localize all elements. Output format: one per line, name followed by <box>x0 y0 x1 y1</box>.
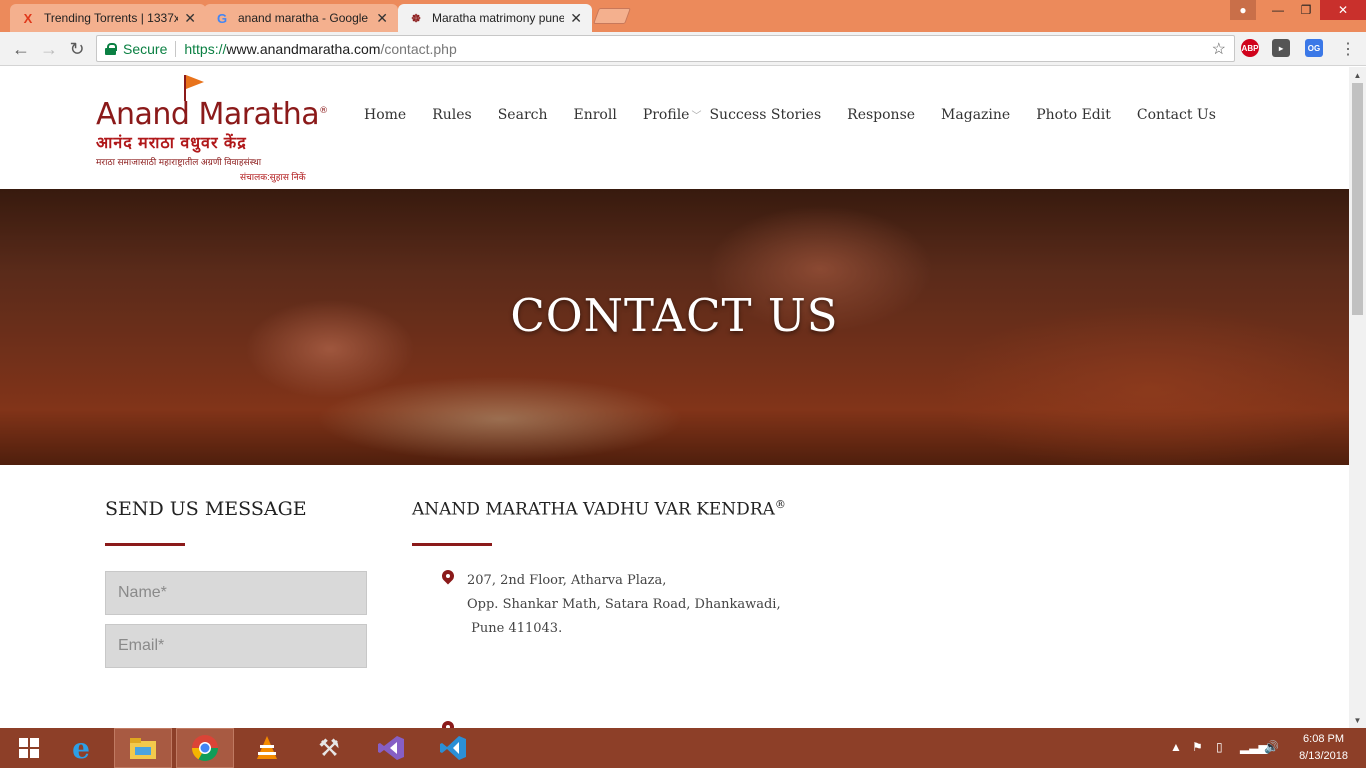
reload-icon[interactable]: ↻ <box>65 37 89 61</box>
vlc-icon[interactable] <box>238 728 296 768</box>
logo-devanagari: आनंद मराठा वधुवर केंद्र <box>96 135 247 152</box>
address-line-3: Pune 411043. <box>467 621 563 636</box>
google-icon: G <box>216 10 228 26</box>
email-field[interactable] <box>105 624 367 668</box>
windows-taskbar: e ⚒ ▲ ⚑ ▯ ▂▃▅ 🔊 6:08 PM 8/13/2018 <box>0 728 1366 768</box>
nav-response[interactable]: Response <box>847 107 915 123</box>
logo-tagline: मराठा समाजासाठी महाराष्ट्रातील अग्रणी वि… <box>96 157 262 167</box>
tab-maratha-matrimony[interactable]: ☸ Maratha matrimony pune ✕ <box>398 4 592 32</box>
send-message-heading: SEND US MESSAGE <box>105 498 307 520</box>
minimize-icon[interactable]: — <box>1264 0 1292 20</box>
window-controls: ● — ❐ ✕ <box>1230 0 1366 20</box>
extension-og-icon[interactable]: OG <box>1305 39 1323 57</box>
nav-search[interactable]: Search <box>498 107 548 123</box>
secure-label: Secure <box>123 40 168 57</box>
restore-icon[interactable]: ❐ <box>1292 0 1320 20</box>
logo-brand-text: Anand Maratha® <box>96 97 328 132</box>
chrome-icon[interactable] <box>176 728 234 768</box>
menu-icon[interactable]: ⋮ <box>1336 37 1360 61</box>
action-center-flag-icon[interactable]: ⚑ <box>1192 740 1203 754</box>
browser-tabstrip: X Trending Torrents | 1337x ✕ G anand ma… <box>0 0 1366 32</box>
page-scrollbar[interactable]: ▲ ▼ <box>1349 67 1366 728</box>
volume-icon[interactable]: 🔊 <box>1264 740 1279 754</box>
heading-underline <box>105 543 185 546</box>
site-logo[interactable]: Anand Maratha® आनंद मराठा वधुवर केंद्र म… <box>96 73 331 185</box>
nav-rules[interactable]: Rules <box>432 107 472 123</box>
close-tab-icon[interactable]: ✕ <box>184 10 196 27</box>
forward-icon[interactable]: → <box>37 37 61 61</box>
windows-logo-icon <box>19 738 39 758</box>
tab-title: Trending Torrents | 1337x <box>44 11 179 25</box>
cast-icon[interactable]: ▸ <box>1272 39 1290 57</box>
name-field[interactable] <box>105 571 367 615</box>
clock-time: 6:08 PM <box>1303 733 1345 745</box>
nav-enroll[interactable]: Enroll <box>574 107 617 123</box>
nav-success-stories[interactable]: Success Stories <box>709 107 821 123</box>
browser-toolbar: ← → ↻ Secure https://www.anandmaratha.co… <box>0 32 1366 66</box>
site-icon: ☸ <box>411 12 421 25</box>
close-tab-icon[interactable]: ✕ <box>570 10 582 27</box>
omnibox-separator <box>175 40 177 57</box>
url-path: /contact.php <box>380 40 457 57</box>
tools-icon[interactable]: ⚒ <box>300 728 358 768</box>
system-clock[interactable]: 6:08 PM 8/13/2018 <box>1299 731 1348 765</box>
url-scheme: https:// <box>184 40 227 57</box>
tab-google-search[interactable]: G anand maratha - Google ✕ <box>204 4 398 32</box>
vscode-icon[interactable] <box>424 728 482 768</box>
web-page: Anand Maratha® आनंद मराठा वधुवर केंद्र म… <box>0 67 1349 728</box>
nav-photo-edit[interactable]: Photo Edit <box>1036 107 1111 123</box>
url-host: www.anandmaratha.com <box>226 40 381 57</box>
tab-title: anand maratha - Google <box>238 11 369 25</box>
visual-studio-icon[interactable] <box>362 728 420 768</box>
nav-home[interactable]: Home <box>364 107 406 123</box>
kendra-heading: ANAND MARATHA VADHU VAR KENDRA® <box>412 498 786 520</box>
address-line-2: Opp. Shankar Math, Satara Road, Dhankawa… <box>467 597 781 612</box>
lock-icon <box>105 42 117 55</box>
back-icon[interactable]: ← <box>9 37 33 61</box>
heading-underline <box>412 543 492 546</box>
new-tab-button[interactable] <box>593 8 631 24</box>
page-title: CONTACT US <box>510 289 839 342</box>
adblock-plus-icon[interactable]: ABP <box>1241 39 1259 57</box>
scrollbar-thumb[interactable] <box>1352 83 1363 315</box>
clock-date: 8/13/2018 <box>1299 750 1348 762</box>
tab-trending-torrents[interactable]: X Trending Torrents | 1337x ✕ <box>10 4 206 32</box>
tab-title: Maratha matrimony pune <box>432 11 565 25</box>
file-explorer-icon[interactable] <box>114 728 172 768</box>
close-tab-icon[interactable]: ✕ <box>376 10 388 27</box>
device-icon[interactable]: ▯ <box>1216 740 1223 754</box>
address-bar[interactable]: Secure https://www.anandmaratha.com/cont… <box>96 35 1235 62</box>
main-navigation: Home Rules Search Enroll Profile ﹀ Succes… <box>364 107 1242 123</box>
registered-mark: ® <box>319 106 328 116</box>
saffron-flag-icon <box>186 75 204 89</box>
address-line-1: 207, 2nd Floor, Atharva Plaza, <box>467 573 667 588</box>
registered-mark: ® <box>774 498 786 511</box>
map-pin-icon <box>441 721 455 728</box>
internet-explorer-icon[interactable]: e <box>52 728 110 768</box>
nav-profile[interactable]: Profile ﹀ <box>643 107 702 123</box>
1337x-icon: X <box>23 10 33 26</box>
show-hidden-icons[interactable]: ▲ <box>1170 740 1182 754</box>
nav-magazine[interactable]: Magazine <box>941 107 1010 123</box>
logo-director: संचालक:सुहास निकें <box>240 172 306 182</box>
hero-banner: CONTACT US <box>0 189 1349 465</box>
window-close-icon[interactable]: ✕ <box>1320 0 1366 20</box>
scroll-up-icon[interactable]: ▲ <box>1349 67 1366 83</box>
map-pin-icon <box>441 570 455 588</box>
scroll-down-icon[interactable]: ▼ <box>1349 712 1366 728</box>
chevron-down-icon: ﹀ <box>691 111 702 122</box>
start-button[interactable] <box>0 728 58 768</box>
profile-icon[interactable]: ● <box>1230 0 1256 20</box>
bookmark-star-icon[interactable]: ☆ <box>1212 39 1226 59</box>
nav-contact-us[interactable]: Contact Us <box>1137 107 1216 123</box>
